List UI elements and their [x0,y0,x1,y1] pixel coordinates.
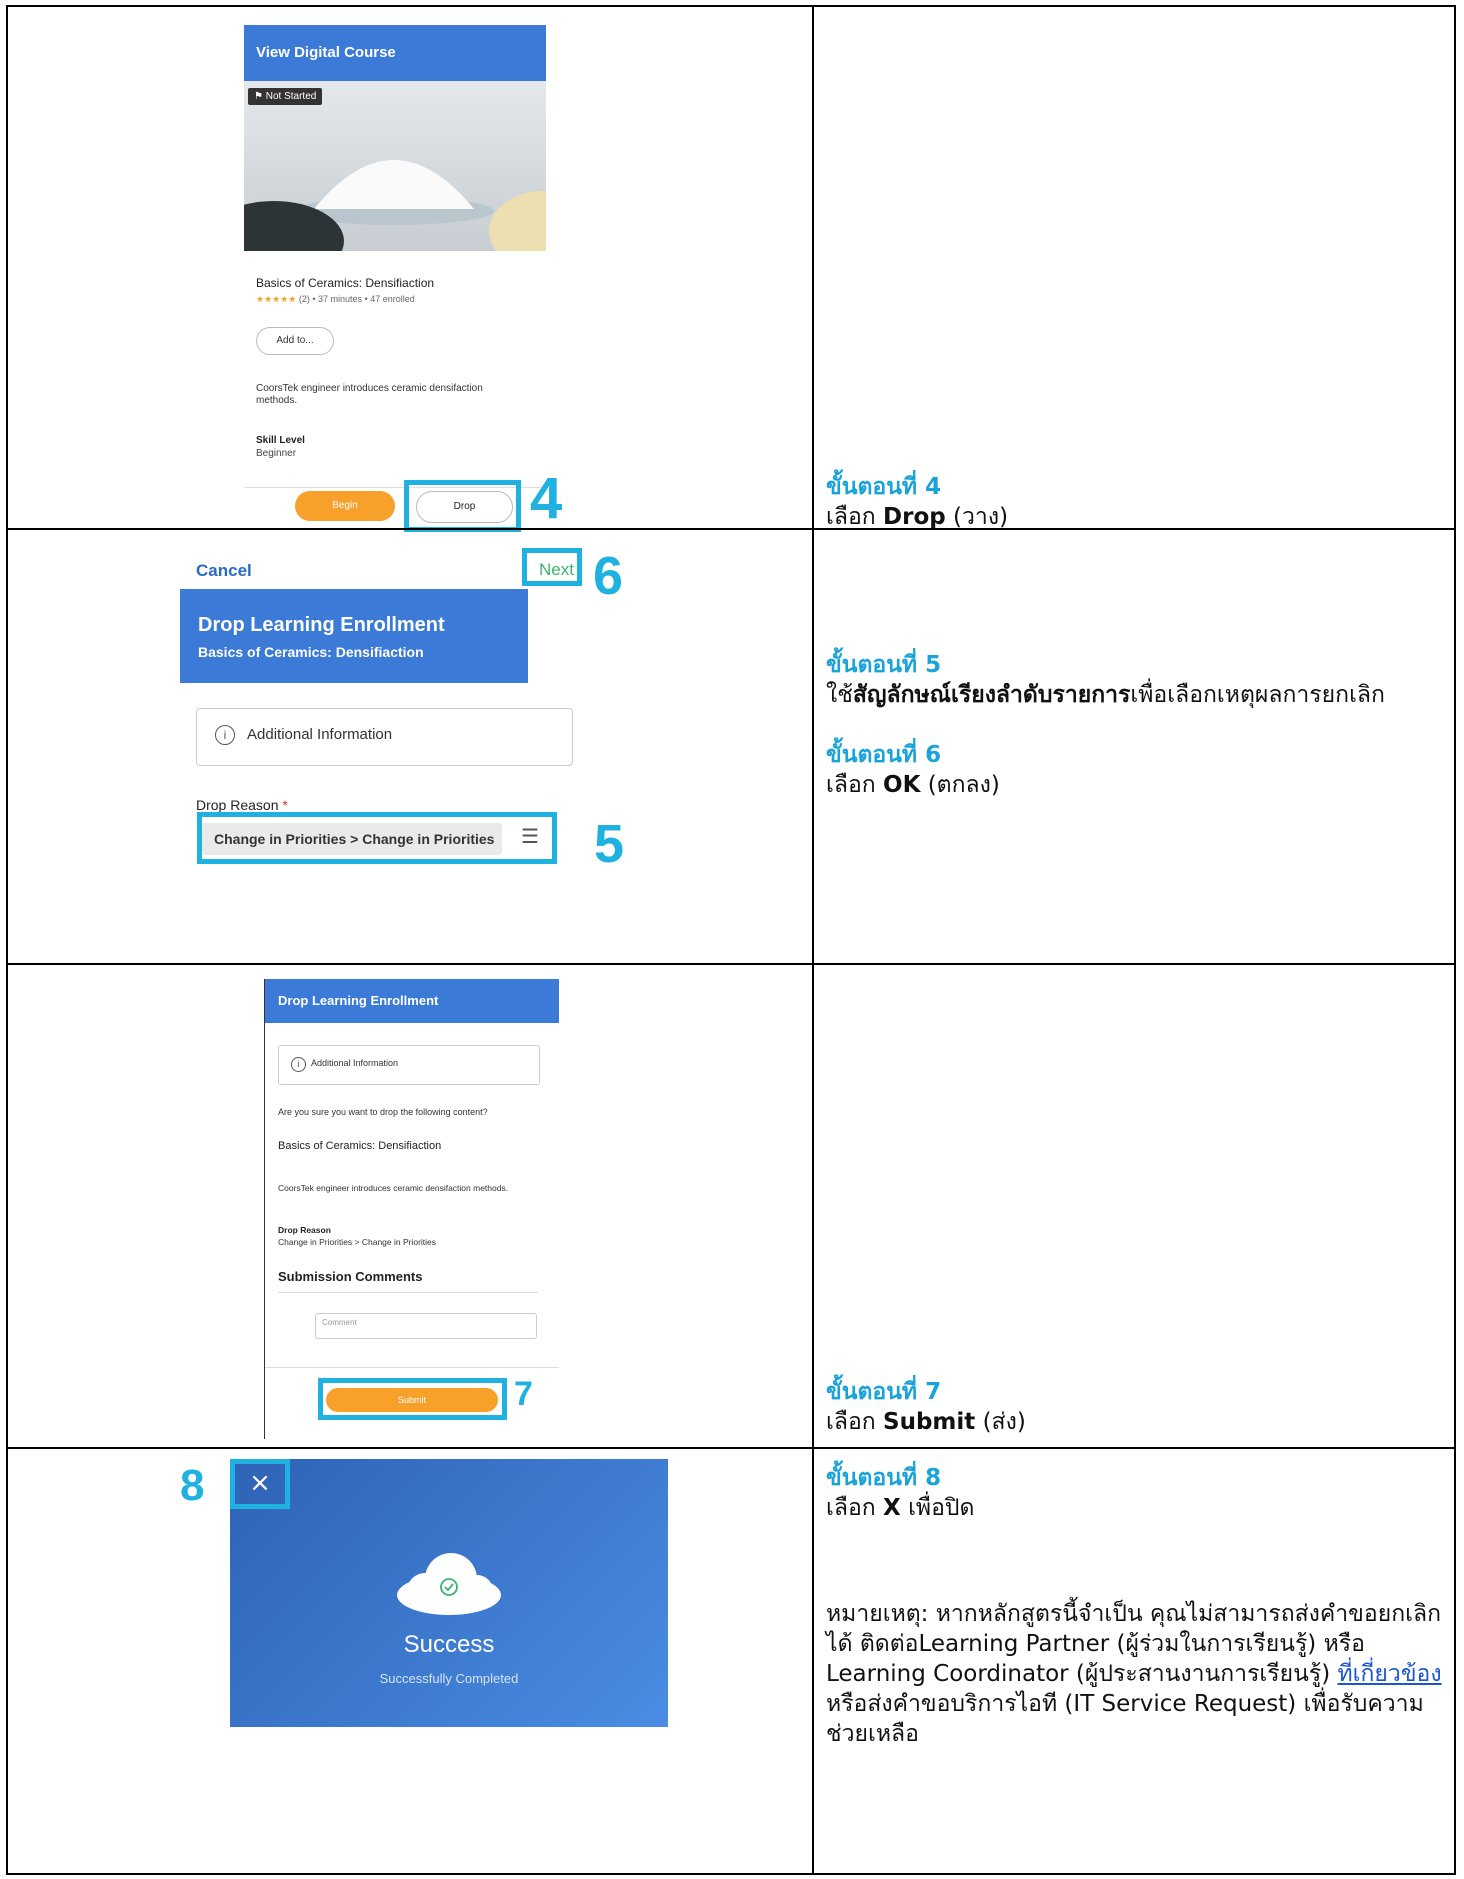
callout-4: 4 [530,466,563,531]
next-highlight [522,548,582,586]
column-divider [812,965,814,1447]
screenshot-drop-enrollment-form: Cancel Next Drop Learning Enrollment Bas… [174,548,586,948]
step-7-title: ขั้นตอนที่ 7 [826,1379,942,1405]
callout-8: 8 [180,1461,205,1510]
skill-level-label: Skill Level [256,435,305,446]
submit-highlight [318,1378,507,1420]
skill-level-value: Beginner [256,448,297,459]
step-7-text: ขั้นตอนที่ 7 เลือก Submit (ส่ง) [826,1377,1446,1437]
column-divider [812,7,814,528]
close-button[interactable]: × [230,1459,290,1509]
additional-info-label: Additional Information [247,726,393,743]
submission-comments-heading: Submission Comments [278,1269,423,1284]
step-5-instruction: ใช้สัญลักษณ์เรียงลำดับรายการเพื่อเลือกเห… [826,682,1385,708]
info-icon: i [291,1057,306,1072]
form-subtitle: Basics of Ceramics: Densifiaction [198,644,424,660]
step-6-title: ขั้นตอนที่ 6 [826,742,942,768]
related-contact-link[interactable]: ที่เกี่ยวข้อง [1337,1661,1441,1687]
flag-icon: ⚑ [254,91,263,102]
step-4-text: ขั้นตอนที่ 4 เลือก Drop (วาง) [826,472,1446,532]
confirm-question: Are you sure you want to drop the follow… [278,1107,488,1117]
close-icon: × [249,1468,271,1498]
add-to-button[interactable]: Add to... [256,327,334,355]
bottom-divider [265,1367,559,1368]
step-row-4: View Digital Course ⚑ Not Started Basics… [6,5,1456,532]
step-4-title: ขั้นตอนที่ 4 [826,474,942,500]
confirm-description: CoorsTek engineer introduces ceramic den… [278,1183,509,1193]
drop-reason-highlight [197,812,557,864]
course-image: ⚑ Not Started [244,81,546,251]
info-icon: i [215,725,235,745]
step-8-title: ขั้นตอนที่ 8 [826,1465,942,1491]
step-6-instruction: เลือก OK (ตกลง) [826,772,1000,798]
step-5-6-text: ขั้นตอนที่ 5 ใช้สัญลักษณ์เรียงลำดับรายกา… [826,650,1446,800]
status-badge: ⚑ Not Started [248,88,323,105]
confirm-drop-reason-label: Drop Reason [278,1225,331,1235]
screenshot-view-digital-course: View Digital Course ⚑ Not Started Basics… [244,25,546,505]
column-divider [812,1449,814,1873]
form-header: Drop Learning Enrollment Basics of Ceram… [180,589,528,683]
rating-stars: ★★★★★ [256,294,297,304]
course-title: Basics of Ceramics: Densifiaction [256,276,435,290]
callout-5: 5 [594,814,625,874]
success-subtitle: Successfully Completed [379,1671,519,1686]
course-description: CoorsTek engineer introduces ceramic den… [256,383,483,406]
form-title: Drop Learning Enrollment [198,614,445,636]
confirm-header: Drop Learning Enrollment [265,979,559,1023]
drop-reason-label: Drop Reason * [196,797,288,813]
success-title: Success [403,1631,495,1658]
step-8-text: ขั้นตอนที่ 8 เลือก X เพื่อปิด หมายเหตุ: … [826,1463,1446,1749]
additional-info-box: i Additional Information [196,708,573,766]
step-row-7: Drop Learning Enrollment i Additional In… [6,963,1456,1449]
screenshot-confirm-drop: Drop Learning Enrollment i Additional In… [264,979,559,1439]
confirm-course-title: Basics of Ceramics: Densifiaction [278,1140,442,1152]
screen-header: View Digital Course [244,25,546,81]
callout-7: 7 [514,1375,533,1413]
ceramic-powder-image [244,160,546,251]
success-screen: × Success Successfully Completed [230,1459,668,1727]
column-divider [812,530,814,963]
required-mark: * [282,797,288,813]
drop-highlight [404,480,521,532]
step-5-title: ขั้นตอนที่ 5 [826,652,942,678]
callout-6: 6 [593,546,624,606]
cloud-check-icon [397,1553,501,1615]
step-row-8: 8 × Success Successfully Completed ขั้นต… [6,1447,1456,1875]
instruction-table: View Digital Course ⚑ Not Started Basics… [6,5,1456,1875]
cancel-link[interactable]: Cancel [196,561,252,581]
additional-info-box: i Additional Information [278,1045,540,1085]
comment-input[interactable]: Comment [315,1313,537,1339]
begin-button[interactable]: Begin [295,491,395,521]
screen-title: View Digital Course [256,44,396,61]
course-meta: ★★★★★ (2) • 37 minutes • 47 enrolled [256,294,415,304]
step-8-instruction: เลือก X เพื่อปิด [826,1495,975,1521]
section-divider [278,1292,538,1293]
step-row-5-6: Cancel Next Drop Learning Enrollment Bas… [6,528,1456,965]
step-7-instruction: เลือก Submit (ส่ง) [826,1409,1026,1435]
note-paragraph: หมายเหตุ: หากหลักสูตรนี้จำเป็น คุณไม่สาม… [826,1601,1442,1747]
confirm-drop-reason-value: Change in Priorities > Change in Priorit… [278,1237,437,1247]
